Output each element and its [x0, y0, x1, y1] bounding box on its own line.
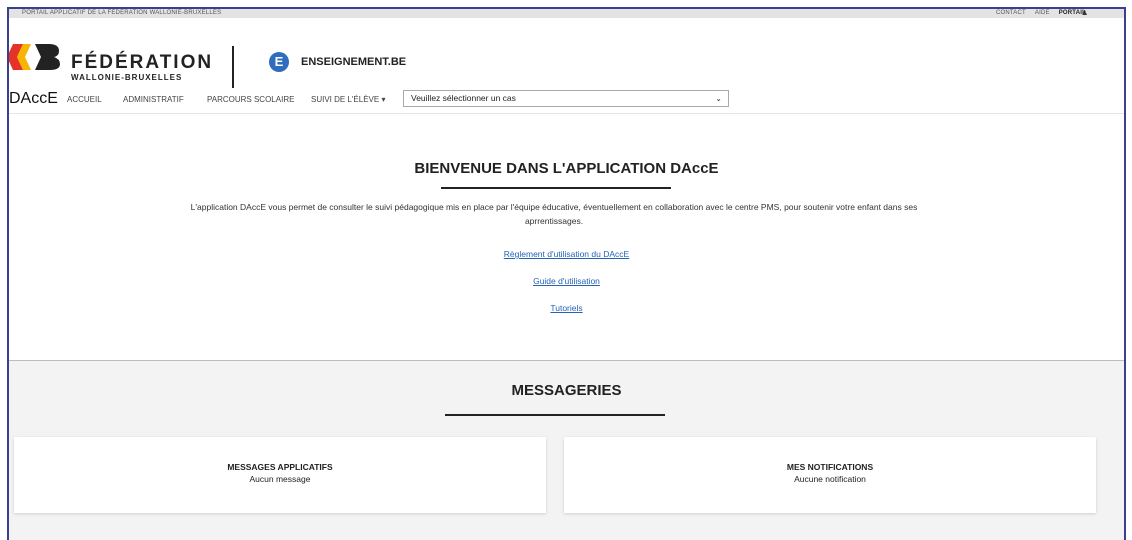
- enseignement-link[interactable]: ENSEIGNEMENT.BE: [301, 56, 406, 68]
- portal-topbar: PORTAIL APPLICATIF DE LA FÉDÉRATION WALL…: [9, 9, 1124, 18]
- help-link[interactable]: AIDE: [1035, 9, 1050, 18]
- app-messages-card[interactable]: MESSAGES APPLICATIFS Aucun message: [14, 437, 546, 513]
- main-nav: DAccE ACCUEIL ADMINISTRATIF PARCOURS SCO…: [9, 85, 1124, 111]
- enseignement-logo-icon[interactable]: E: [269, 52, 289, 72]
- fwb-subtitle: WALLONIE-BRUXELLES: [71, 73, 183, 82]
- rules-link[interactable]: Règlement d'utilisation du DAccE: [9, 249, 1124, 259]
- messaging-title-underline: [445, 414, 665, 416]
- welcome-title: BIENVENUE DANS L'APPLICATION DAccE: [414, 160, 719, 177]
- welcome-description: L'application DAccE vous permet de consu…: [190, 202, 918, 226]
- case-select[interactable]: Veuillez sélectionner un cas ⌄: [403, 90, 729, 107]
- messaging-section: MESSAGERIES MESSAGES APPLICATIFS Aucun m…: [9, 360, 1124, 540]
- nav-item-parcours-scolaire[interactable]: PARCOURS SCOLAIRE: [207, 95, 294, 104]
- chevron-down-icon: ⌄: [715, 94, 722, 103]
- fwb-title: FÉDÉRATION: [71, 52, 214, 73]
- welcome-section: BIENVENUE DANS L'APPLICATION DAccE L'app…: [9, 114, 1124, 360]
- portal-label: PORTAIL APPLICATIF DE LA FÉDÉRATION WALL…: [22, 10, 222, 16]
- site-header: FÉDÉRATION WALLONIE-BRUXELLES E ENSEIGNE…: [9, 18, 1124, 88]
- card-title: MES NOTIFICATIONS: [786, 462, 874, 472]
- nav-item-accueil[interactable]: ACCUEIL: [67, 95, 102, 104]
- welcome-title-underline: [441, 187, 671, 189]
- case-select-value: Veuillez sélectionner un cas: [411, 93, 516, 103]
- user-icon[interactable]: ♟: [1082, 9, 1088, 18]
- card-value: Aucun message: [249, 474, 311, 484]
- fwb-logo-icon[interactable]: [9, 40, 61, 74]
- tutorials-link[interactable]: Tutoriels: [9, 303, 1124, 313]
- card-value: Aucune notification: [794, 474, 866, 484]
- topbar-links: CONTACT AIDE PORTAIL: [996, 9, 1086, 18]
- nav-item-administratif[interactable]: ADMINISTRATIF: [123, 95, 184, 104]
- messaging-title: MESSAGERIES: [511, 382, 622, 399]
- guide-link[interactable]: Guide d'utilisation: [9, 276, 1124, 286]
- contact-link[interactable]: CONTACT: [996, 9, 1026, 18]
- notifications-card[interactable]: MES NOTIFICATIONS Aucune notification: [564, 437, 1096, 513]
- header-divider: [232, 46, 234, 88]
- app-window: PORTAIL APPLICATIF DE LA FÉDÉRATION WALL…: [7, 7, 1126, 540]
- card-title: MESSAGES APPLICATIFS: [227, 462, 333, 472]
- app-brand[interactable]: DAccE: [9, 90, 58, 108]
- nav-item-suivi-eleve[interactable]: SUIVI DE L'ÉLÈVE ▾: [311, 95, 385, 104]
